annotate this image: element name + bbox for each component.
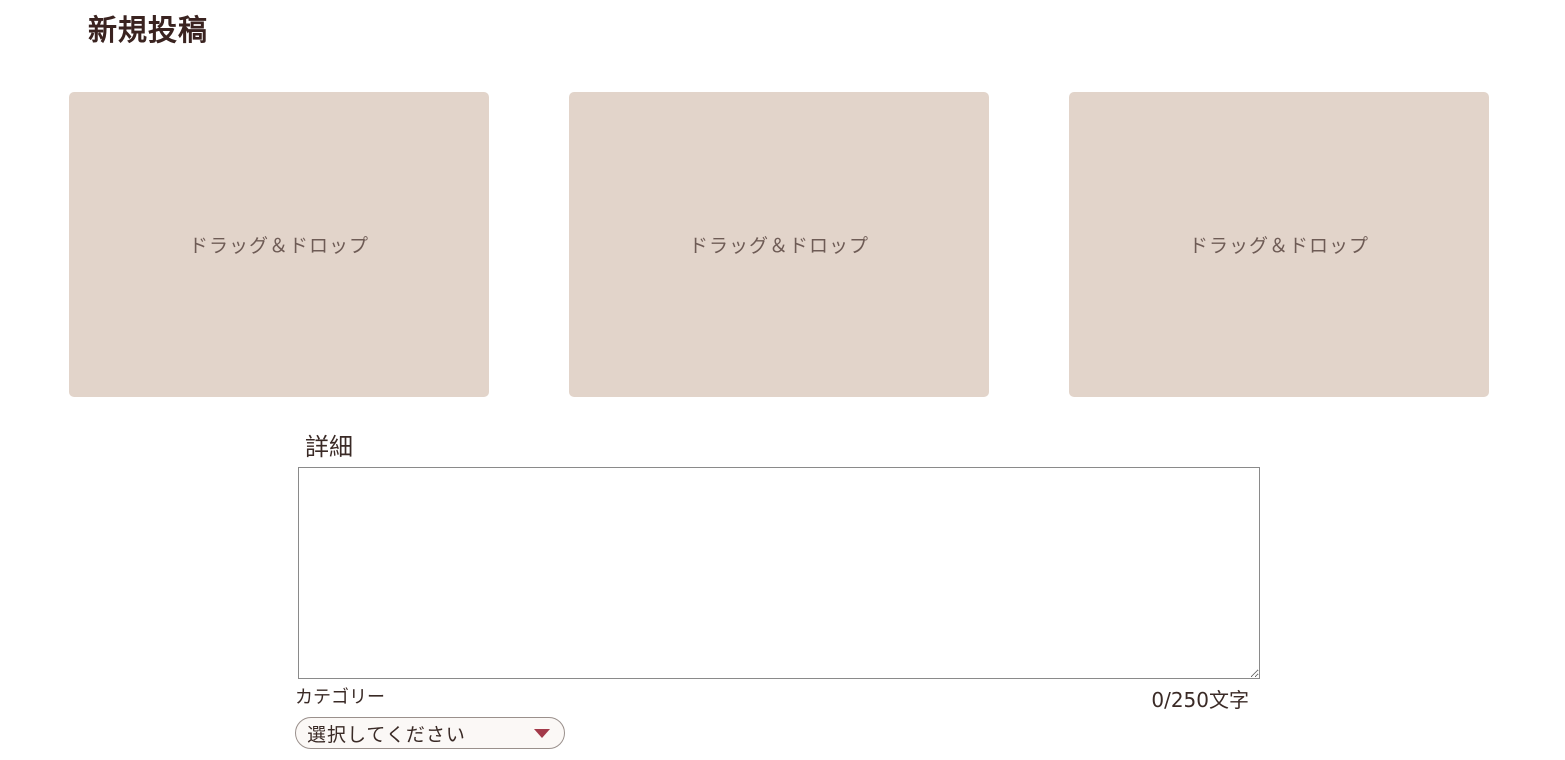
- dropzone-label: ドラッグ＆ドロップ: [188, 235, 369, 257]
- category-select-value: 選択してください: [307, 723, 466, 746]
- detail-label: 詳細: [305, 433, 353, 461]
- character-counter: 0/250文字: [1151, 688, 1249, 712]
- image-dropzone-3[interactable]: ドラッグ＆ドロップ: [1069, 92, 1489, 397]
- page-title: 新規投稿: [88, 13, 209, 47]
- dropzone-label: ドラッグ＆ドロップ: [1188, 235, 1369, 257]
- image-dropzones: ドラッグ＆ドロップ ドラッグ＆ドロップ ドラッグ＆ドロップ: [69, 92, 1489, 397]
- category-select[interactable]: 選択してください: [295, 717, 565, 749]
- dropzone-label: ドラッグ＆ドロップ: [688, 235, 869, 257]
- image-dropzone-1[interactable]: ドラッグ＆ドロップ: [69, 92, 489, 397]
- image-dropzone-2[interactable]: ドラッグ＆ドロップ: [569, 92, 989, 397]
- detail-textarea[interactable]: [298, 467, 1260, 679]
- chevron-down-icon: [534, 729, 550, 738]
- category-label: カテゴリー: [295, 687, 385, 708]
- new-post-page: 新規投稿 ドラッグ＆ドロップ ドラッグ＆ドロップ ドラッグ＆ドロップ 詳細 カテ…: [0, 0, 1565, 760]
